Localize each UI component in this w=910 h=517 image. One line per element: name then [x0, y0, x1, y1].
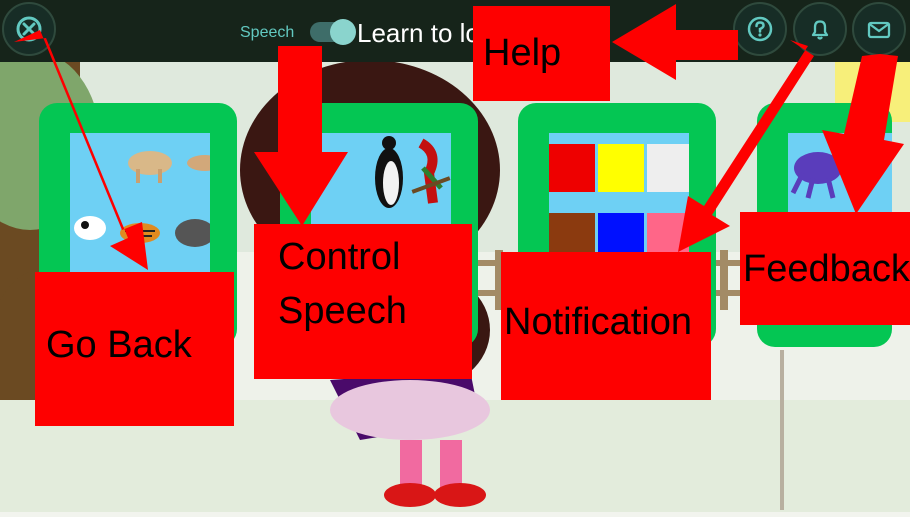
help-callout: Help: [473, 6, 610, 101]
feedback-button[interactable]: [852, 2, 906, 56]
animals-icon: [74, 151, 210, 247]
notification-button[interactable]: [793, 2, 847, 56]
help-button[interactable]: [733, 2, 787, 56]
help-callout-text: Help: [483, 32, 562, 74]
feedback-callout: Feedback: [740, 212, 910, 325]
speech-toggle-knob[interactable]: [330, 19, 356, 45]
help-icon: [747, 16, 773, 42]
notification-callout-text: Notification: [504, 301, 692, 343]
control-speech-line2: Speech: [278, 290, 407, 332]
go-back-callout-text: Go Back: [46, 324, 192, 366]
bell-icon: [811, 20, 829, 40]
top-bar: Speech Learn to lo: [0, 0, 910, 62]
notification-callout: Notification: [501, 252, 711, 400]
feedback-callout-text: Feedback: [743, 248, 910, 290]
control-speech-callout: Control Speech: [254, 224, 472, 379]
go-back-callout: Go Back: [35, 272, 234, 426]
close-icon: [16, 16, 42, 42]
speech-label: Speech: [240, 24, 295, 41]
mail-icon: [867, 21, 891, 39]
animals-image: [70, 133, 210, 273]
control-speech-line1: Control: [278, 236, 401, 278]
go-back-button[interactable]: [2, 2, 56, 56]
app-title: Learn to lo: [357, 18, 475, 48]
speech-toggle[interactable]: [310, 19, 356, 45]
